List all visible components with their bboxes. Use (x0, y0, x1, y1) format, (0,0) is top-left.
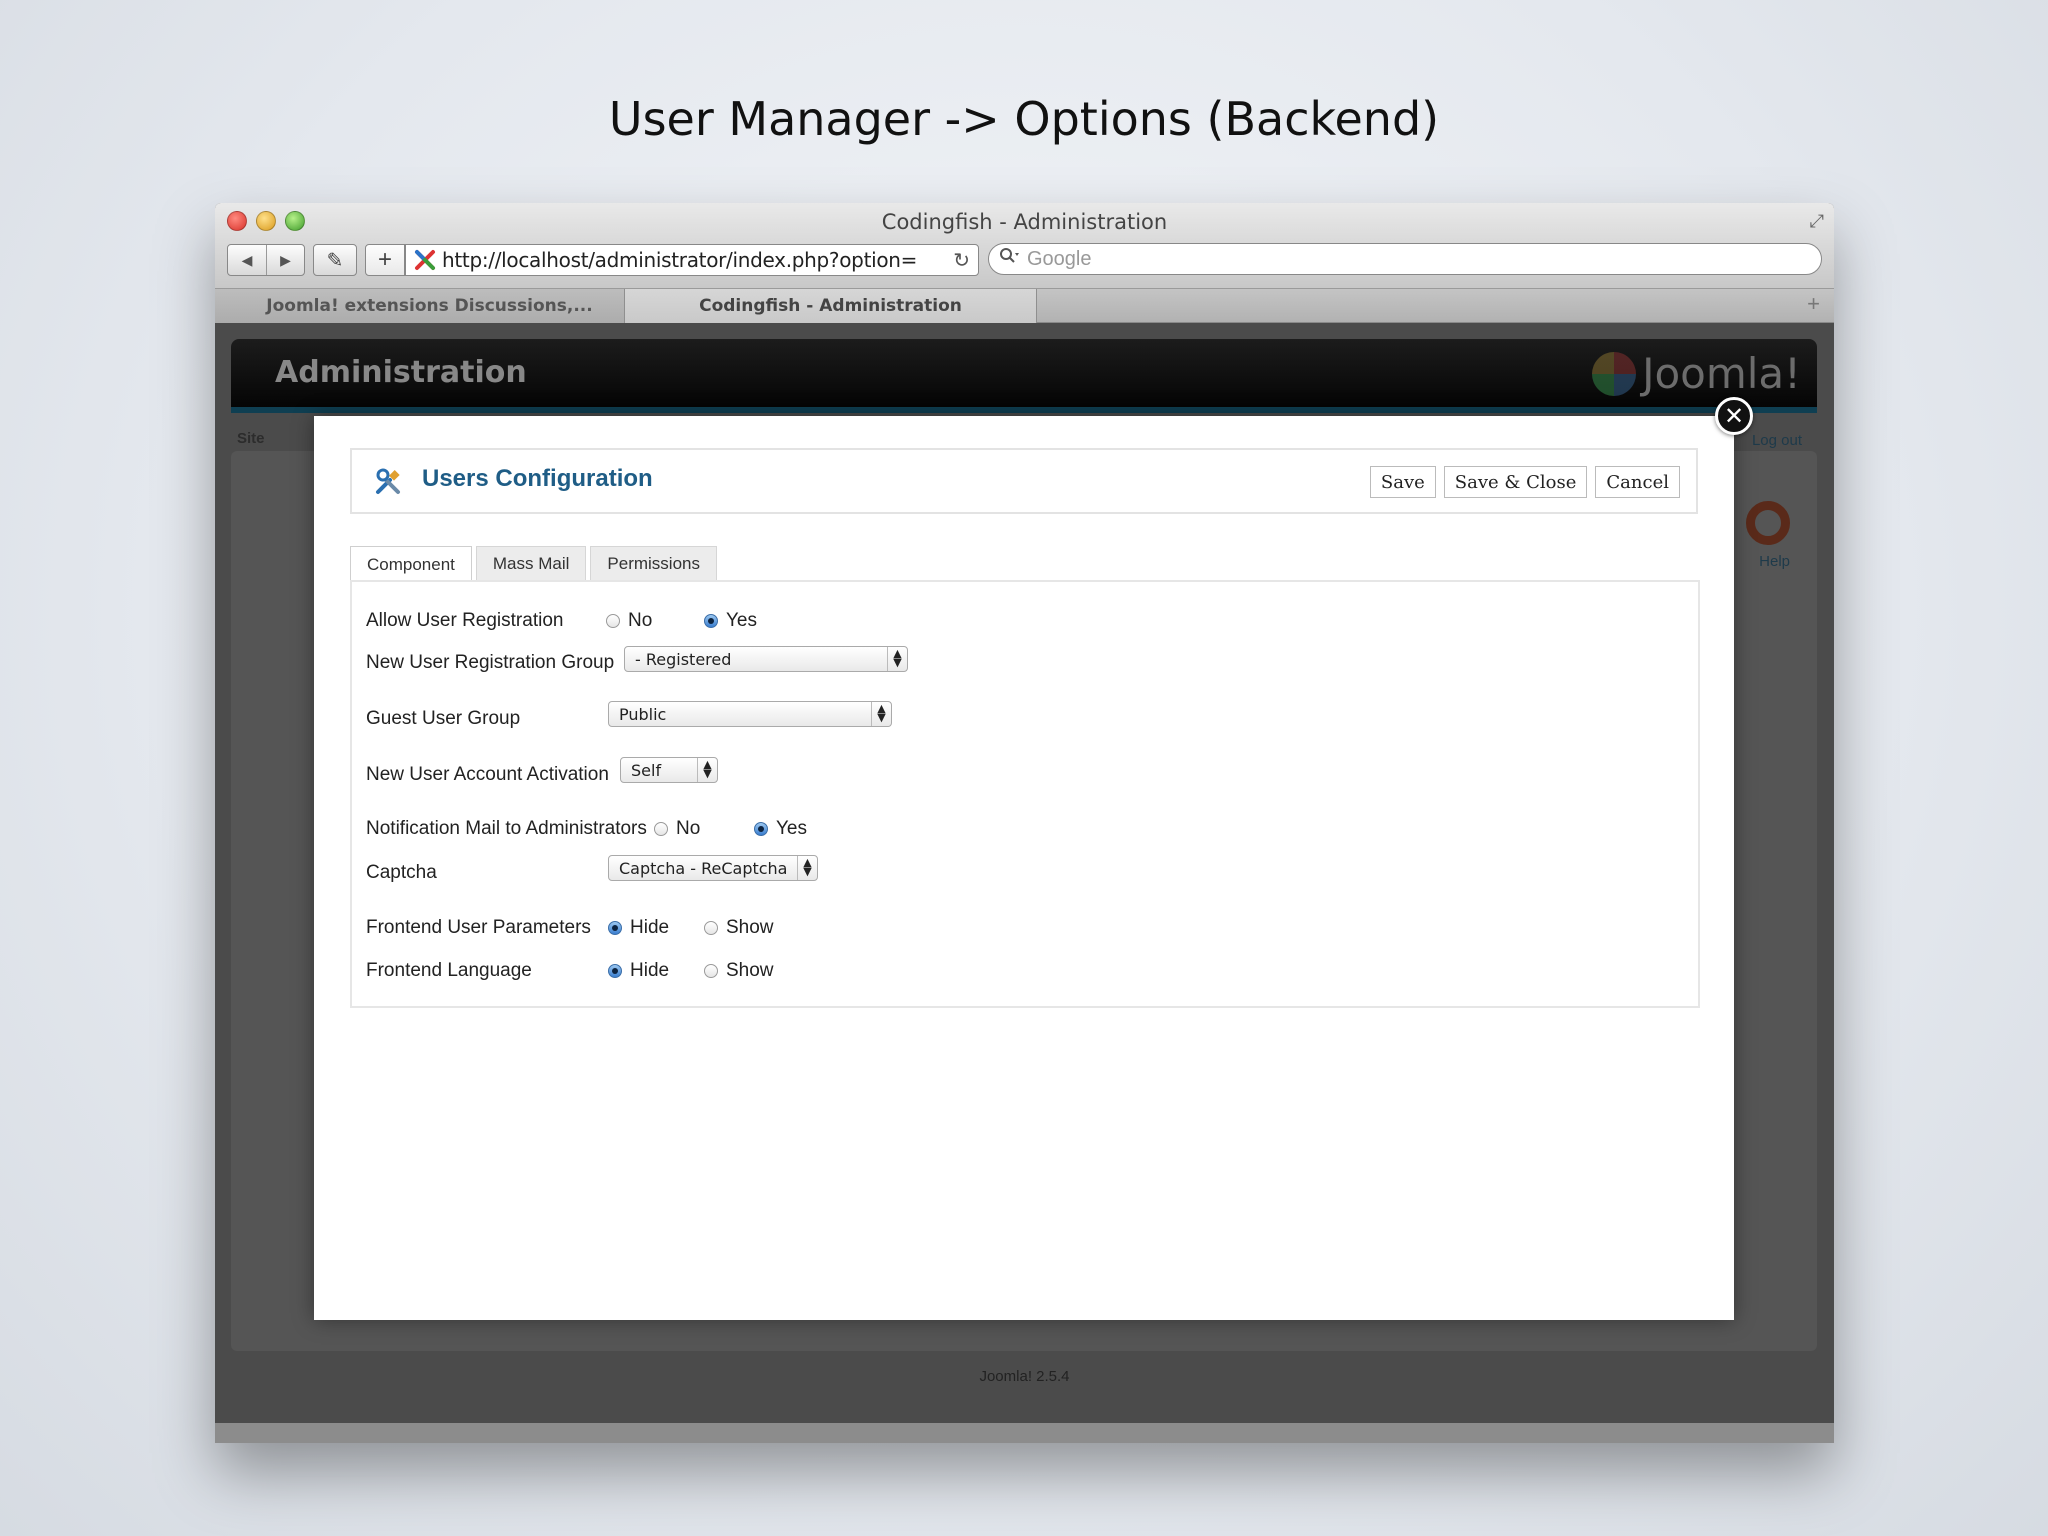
field-guest-group: Guest User Group (366, 708, 520, 730)
field-captcha: Captcha (366, 862, 437, 884)
option-label: Show (726, 960, 774, 981)
field-notification-mail: Notification Mail to Administrators (366, 818, 647, 840)
option-label: Show (726, 917, 774, 938)
radio-icon[interactable] (654, 822, 668, 836)
config-tabs: Component Mass Mail Permissions (350, 546, 717, 582)
users-configuration-modal: Users Configuration Save Save & Close Ca… (314, 416, 1734, 1320)
allow-registration-yes[interactable]: Yes (704, 610, 757, 632)
registration-group-label: New User Registration Group (366, 652, 615, 673)
window-title: Codingfish - Administration (881, 210, 1168, 234)
browser-tab-codingfish-admin[interactable]: Codingfish - Administration (625, 289, 1037, 323)
reload-icon[interactable]: ↻ (953, 248, 970, 272)
cancel-button[interactable]: Cancel (1595, 466, 1680, 498)
radio-selected-icon[interactable] (608, 964, 622, 978)
tab-component[interactable]: Component (350, 546, 472, 582)
option-label: Hide (630, 960, 670, 981)
back-icon[interactable]: ◀ (228, 245, 266, 275)
captcha-select[interactable]: Captcha - ReCaptcha ▲ ▼ (608, 855, 818, 881)
component-tab-panel: Allow User Registration No Yes New User … (350, 580, 1700, 1008)
guest-group-label: Guest User Group (366, 708, 521, 729)
forward-icon[interactable]: ▶ (266, 245, 304, 275)
admin-title: Administration (275, 355, 527, 390)
select-arrows-icon: ▲ ▼ (697, 758, 717, 782)
frontend-params-hide[interactable]: Hide (608, 917, 669, 939)
admin-footer-version: Joomla! 2.5.4 (979, 1368, 1070, 1385)
account-activation-select[interactable]: Self ▲ ▼ (620, 757, 718, 783)
allow-registration-label: Allow User Registration (366, 610, 564, 631)
radio-icon[interactable] (704, 921, 718, 935)
browser-toolbar: ◀ ▶ ✎ + http://localhost/administrator/i… (227, 243, 979, 277)
save-close-button[interactable]: Save & Close (1443, 466, 1588, 498)
config-actions: Save Save & Close Cancel (1369, 466, 1680, 498)
fullscreen-icon[interactable]: ⤢ (1810, 211, 1824, 232)
admin-logout-link[interactable]: Log out (1752, 432, 1802, 449)
frontend-language-hide[interactable]: Hide (608, 960, 669, 982)
select-arrows-icon: ▲ ▼ (887, 647, 907, 671)
field-allow-registration: Allow User Registration (366, 610, 563, 632)
notification-mail-label: Notification Mail to Administrators (366, 818, 647, 839)
registration-group-select[interactable]: - Registered ▲ ▼ (624, 646, 908, 672)
add-bookmark-icon[interactable]: + (365, 244, 405, 276)
slide-title: User Manager -> Options (Backend) (608, 92, 1440, 146)
captcha-label: Captcha (366, 862, 437, 883)
frontend-language-show[interactable]: Show (704, 960, 774, 982)
allow-registration-no[interactable]: No (606, 610, 652, 632)
tools-icon (374, 468, 402, 496)
select-value: - Registered (635, 649, 732, 669)
joomla-logo-icon (1592, 351, 1637, 396)
frontend-language-label: Frontend Language (366, 960, 532, 981)
select-arrows-icon: ▲ ▼ (871, 702, 891, 726)
notification-mail-no[interactable]: No (654, 818, 700, 840)
select-arrows-icon: ▲ ▼ (797, 856, 817, 880)
url-text: http://localhost/administrator/index.php… (442, 248, 918, 272)
help-icon[interactable] (1746, 501, 1790, 545)
browser-status-bar (215, 1423, 1834, 1443)
config-header: Users Configuration Save Save & Close Ca… (350, 448, 1698, 514)
search-placeholder: Google (1027, 247, 1092, 270)
field-frontend-language: Frontend Language (366, 960, 532, 982)
new-tab-icon[interactable]: + (1807, 291, 1820, 317)
notification-mail-yes[interactable]: Yes (754, 818, 807, 840)
joomla-favicon-icon (414, 249, 436, 271)
joomla-logo-text: Joomla! (1642, 349, 1801, 398)
tab-mass-mail[interactable]: Mass Mail (475, 546, 587, 580)
radio-selected-icon[interactable] (754, 822, 768, 836)
field-registration-group: New User Registration Group (366, 652, 614, 674)
search-icon (999, 247, 1021, 271)
admin-header: Administration Joomla! (231, 339, 1817, 413)
field-account-activation: New User Account Activation (366, 764, 609, 786)
guest-group-select[interactable]: Public ▲ ▼ (608, 701, 892, 727)
option-label: No (628, 610, 653, 631)
option-label: Yes (726, 610, 757, 631)
account-activation-label: New User Account Activation (366, 764, 609, 785)
radio-icon[interactable] (704, 964, 718, 978)
admin-site-link[interactable]: Site (237, 430, 265, 447)
help-label[interactable]: Help (1759, 553, 1790, 570)
modal-close-icon[interactable]: ✕ (1715, 397, 1753, 435)
url-bar[interactable]: http://localhost/administrator/index.php… (405, 244, 979, 276)
field-frontend-params: Frontend User Parameters (366, 917, 591, 939)
option-label: Yes (776, 818, 807, 839)
option-label: No (676, 818, 701, 839)
save-button[interactable]: Save (1369, 466, 1436, 498)
joomla-logo: Joomla! (1592, 349, 1801, 398)
frontend-params-show[interactable]: Show (704, 917, 774, 939)
browser-tabstrip: Joomla! extensions Discussions,... Codin… (215, 289, 1834, 323)
search-field[interactable]: Google (988, 243, 1822, 275)
nav-buttons: ◀ ▶ (227, 244, 305, 276)
browser-titlebar: Codingfish - Administration ⤢ ◀ ▶ ✎ + ht… (215, 203, 1834, 289)
bookmark-tool-icon[interactable]: ✎ (313, 244, 357, 276)
select-value: Captcha - ReCaptcha (619, 858, 788, 878)
radio-selected-icon[interactable] (608, 921, 622, 935)
tab-permissions[interactable]: Permissions (590, 546, 717, 580)
radio-selected-icon[interactable] (704, 614, 718, 628)
select-value: Public (619, 704, 667, 724)
radio-icon[interactable] (606, 614, 620, 628)
browser-tab-joomla-discussions[interactable]: Joomla! extensions Discussions,... (215, 289, 625, 323)
option-label: Hide (630, 917, 670, 938)
select-value: Self (631, 760, 662, 780)
config-title: Users Configuration (422, 465, 653, 492)
frontend-params-label: Frontend User Parameters (366, 917, 591, 938)
